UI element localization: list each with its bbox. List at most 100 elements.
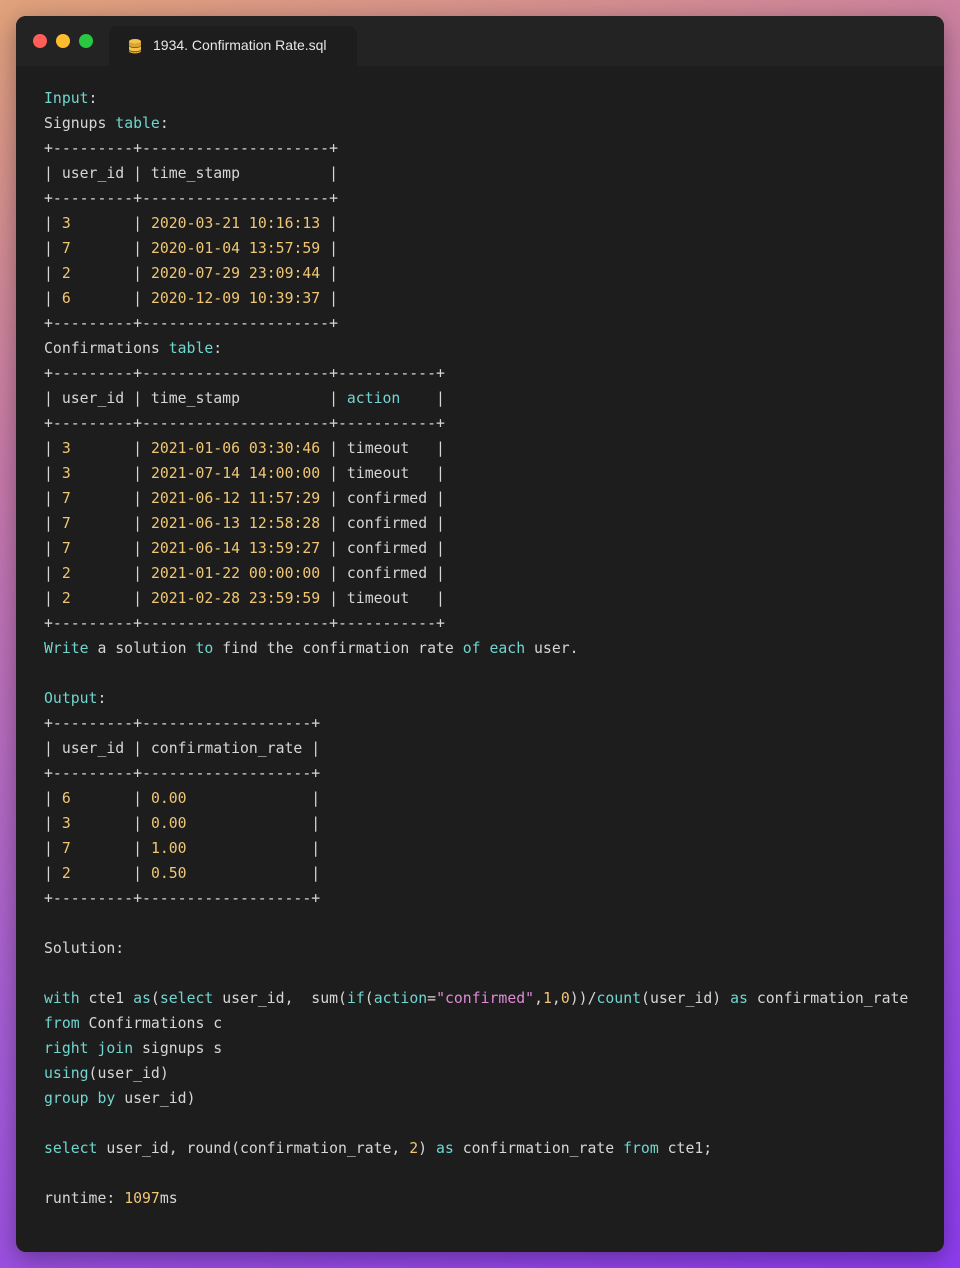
code-token: | [186,815,321,832]
code-token: | [70,590,151,607]
code-token: | [400,390,445,407]
code-token: (user_id) [88,1065,169,1082]
code-token: | [70,290,151,307]
code-line: +---------+---------------------+ [44,186,908,211]
code-token: 2 [61,590,71,607]
code-token: | [44,815,62,832]
code-token: 2021-01-22 00:00:00 [150,565,321,582]
code-token: group [44,1090,89,1107]
code-token: | [70,440,151,457]
code-token: as [730,990,748,1007]
code-token: +---------+-------------------+ [44,765,321,782]
code-line: | 7 | 1.00 | [44,836,908,861]
code-token: runtime: [44,1190,125,1207]
code-token: 3 [61,815,71,832]
code-token: : [97,690,107,707]
code-token: | [44,865,62,882]
code-token: | [44,565,62,582]
maximize-window-button[interactable] [79,34,93,48]
code-token: | confirmed | [320,565,445,582]
code-line: | 3 | 2021-01-06 03:30:46 | timeout | [44,436,908,461]
code-line: Input: [44,86,908,111]
code-token: Confirmations [44,340,169,357]
code-token: | [44,440,62,457]
code-token: 3 [61,215,71,232]
code-token: 2021-01-06 03:30:46 [150,440,321,457]
minimize-window-button[interactable] [56,34,70,48]
code-token: 6 [61,790,71,807]
code-token: | [70,215,151,232]
code-token: | confirmed | [320,490,445,507]
code-token: from [623,1140,659,1157]
code-line: | 3 | 2020-03-21 10:16:13 | [44,211,908,236]
code-token: 2021-07-14 14:00:00 [150,465,321,482]
code-line: | 7 | 2021-06-14 13:59:27 | confirmed | [44,536,908,561]
code-token: ms [159,1190,178,1207]
code-token: 2021-02-28 23:59:59 [150,590,321,607]
code-token: join [97,1040,134,1057]
code-token: 1 [542,990,552,1007]
code-token: , [534,990,543,1007]
code-token: | [44,290,62,307]
database-icon [129,39,141,54]
editor-window: 1934. Confirmation Rate.sql Input: Signup… [16,16,944,1252]
code-token: Output [44,690,98,707]
file-tab[interactable]: 1934. Confirmation Rate.sql [109,26,357,66]
code-token: "confirmed" [436,990,535,1007]
code-line: | 2 | 2021-02-28 23:59:59 | timeout | [44,586,908,611]
code-token: user_id, round(confirmation_rate, [97,1140,410,1157]
code-editor[interactable]: Input: Signups table: +---------+---------… [44,86,908,1211]
code-token: from [44,1015,80,1032]
code-token: 1.00 [150,840,187,857]
code-line: runtime: 1097ms [44,1186,908,1211]
code-token: cte1; [658,1140,713,1157]
code-token: 2021-06-12 11:57:29 [150,490,321,507]
code-token: a solution [88,640,196,657]
code-token: : [213,340,223,357]
code-token: 2020-12-09 10:39:37 [150,290,321,307]
code-token: table [115,115,160,132]
code-token: | timeout | [320,465,445,482]
code-token: | [70,515,151,532]
code-line: with cte1 as(select user_id, sum(if(acti… [44,986,908,1011]
code-token: | [70,240,151,257]
code-token: as [436,1140,454,1157]
code-token: | [186,790,321,807]
code-token: | [44,540,62,557]
code-token: | confirmed | [320,540,445,557]
code-line: Output: [44,686,908,711]
code-token: Input [44,90,89,107]
code-token: Write [44,640,89,657]
code-token: +---------+---------------------+-------… [44,365,445,382]
code-token: | [44,590,62,607]
code-token: 2 [61,865,71,882]
code-token: | [44,240,62,257]
code-line: | 2 | 2021-01-22 00:00:00 | confirmed | [44,561,908,586]
code-token: Signups [44,115,116,132]
code-line: | 7 | 2021-06-13 12:58:28 | confirmed | [44,511,908,536]
code-token: | [320,290,339,307]
code-token: 7 [61,490,71,507]
code-line: +---------+---------------------+ [44,311,908,336]
code-token: ( [364,990,374,1007]
code-line: +---------+---------------------+ [44,136,908,161]
code-token: | [70,265,151,282]
code-token: +---------+-------------------+ [44,715,321,732]
code-token: to [195,640,214,657]
code-token: +---------+---------------------+ [44,315,338,332]
code-token: user_id) [115,1090,196,1107]
code-token: | [70,840,151,857]
code-token: action [346,390,401,407]
code-token: Solution: [44,940,125,957]
code-token: | [320,215,339,232]
code-token: table [168,340,214,357]
code-line: Signups table: [44,111,908,136]
code-token: | timeout | [320,590,445,607]
close-window-button[interactable] [33,34,47,48]
code-token: | timeout | [320,440,445,457]
title-bar: 1934. Confirmation Rate.sql [16,16,944,66]
code-line: Confirmations table: [44,336,908,361]
code-line: +---------+---------------------+-------… [44,361,908,386]
